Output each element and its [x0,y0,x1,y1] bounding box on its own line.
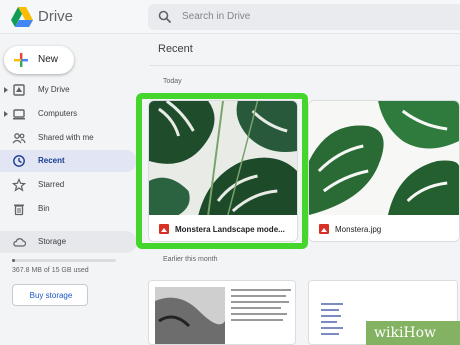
people-icon [12,133,26,144]
expand-caret-icon[interactable] [4,111,8,117]
file-card-monstera-jpg[interactable]: Monstera.jpg [308,100,460,242]
sidebar-item-shared-with-me[interactable]: Shared with me [0,127,137,149]
selection-highlight [136,93,308,249]
sidebar-item-label: Starred [38,180,65,189]
my-drive-icon [13,84,25,96]
drive-logo-icon[interactable] [10,6,34,28]
plus-icon [14,53,28,67]
sidebar-item-label: Shared with me [38,133,94,142]
sidebar-item-label: Storage [38,237,67,246]
computer-icon [13,109,25,120]
cloud-icon [13,238,26,247]
wikihow-watermark: wikiHow [366,321,460,345]
image-file-icon [319,224,329,234]
sidebar-item-my-drive[interactable]: My Drive [0,79,137,101]
trash-icon [14,204,24,216]
page-title: Recent [158,43,193,55]
sidebar: New My Drive Computers Shared with me Re… [0,34,137,345]
sidebar-item-label: My Drive [38,85,70,94]
top-bar: Drive Search in Drive [0,0,460,34]
file-card-footer: Monstera.jpg [309,215,459,241]
sidebar-item-label: Recent [38,156,65,165]
sidebar-item-computers[interactable]: Computers [0,103,137,125]
section-heading-earlier: Earlier this month [163,256,218,263]
search-input[interactable]: Search in Drive [182,11,250,22]
watermark-text: wikiHow [374,325,437,341]
sidebar-item-starred[interactable]: Starred [0,174,137,196]
file-name: Monstera.jpg [335,225,382,234]
sidebar-item-label: Computers [38,109,78,118]
file-card-document[interactable] [148,280,296,345]
new-button[interactable]: New [4,46,74,74]
sidebar-item-bin[interactable]: Bin [0,198,137,220]
storage-usage-text: 367.8 MB of 15 GB used [12,267,89,274]
search-icon[interactable] [158,10,172,24]
divider [149,65,460,66]
storage-usage-fill [12,259,16,262]
buy-storage-label: Buy storage [29,291,73,300]
expand-caret-icon[interactable] [4,87,8,93]
storage-usage-bar [12,259,116,262]
new-button-label: New [38,54,59,65]
star-icon [12,178,26,192]
section-heading-today: Today [163,78,182,85]
search-bar[interactable]: Search in Drive [148,4,460,30]
document-thumbnail [149,281,295,344]
buy-storage-button[interactable]: Buy storage [12,284,88,306]
sidebar-item-recent[interactable]: Recent [0,150,137,172]
clock-icon [13,155,25,167]
monstera-thumbnail [309,101,459,215]
brand-name[interactable]: Drive [38,8,73,25]
sidebar-item-storage[interactable]: Storage [0,231,137,253]
sidebar-item-label: Bin [38,204,50,213]
